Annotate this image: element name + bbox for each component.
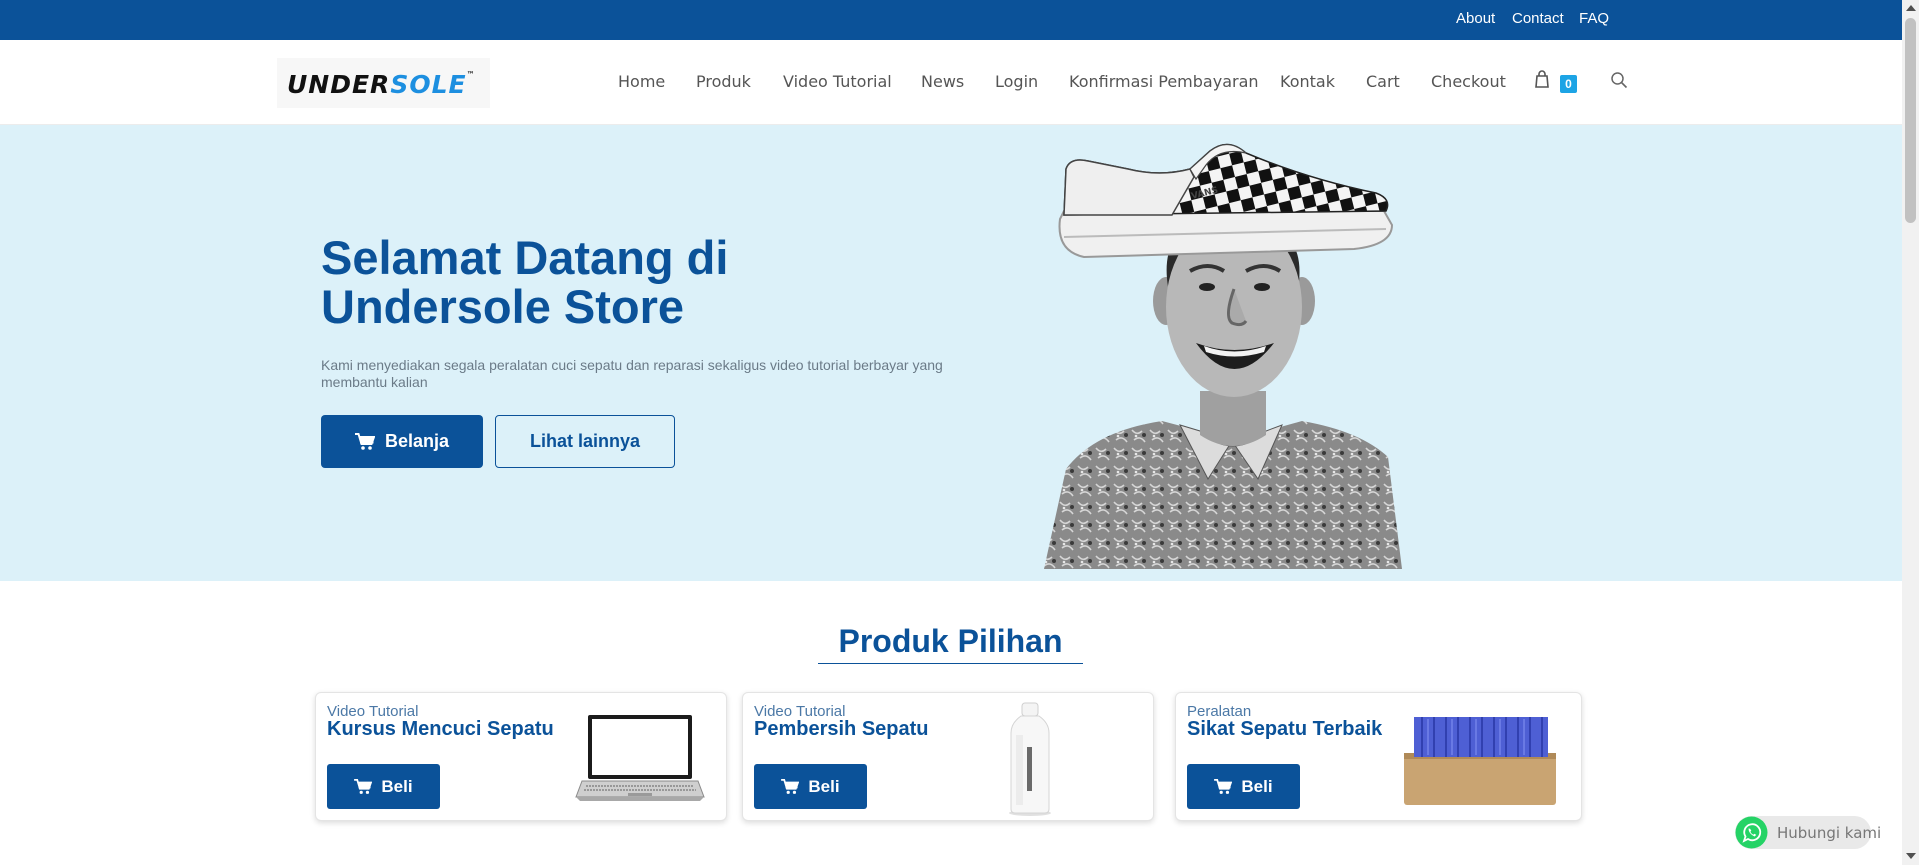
nav-cart[interactable]: Cart (1366, 72, 1400, 91)
nav-konfirmasi-pembayaran[interactable]: Konfirmasi Pembayaran (1069, 72, 1259, 91)
shop-button[interactable]: Belanja (321, 415, 483, 468)
shop-button-label: Belanja (384, 431, 450, 451)
product-name[interactable]: Pembersih Sepatu (754, 718, 929, 741)
search-icon[interactable] (1610, 71, 1628, 89)
hero-title: Selamat Datang di Undersole Store (321, 231, 729, 333)
buy-button[interactable]: Beli (754, 764, 867, 809)
shoe-brush-image (1404, 717, 1556, 805)
main-header: UNDERSOLE™ Home Produk Video Tutorial Ne… (0, 40, 1902, 125)
topbar-link-contact[interactable]: Contact (1512, 10, 1564, 27)
nav-news[interactable]: News (921, 72, 964, 91)
featured-title-underline (818, 663, 1083, 664)
nav-home[interactable]: Home (618, 72, 665, 91)
nav-video-tutorial[interactable]: Video Tutorial (783, 72, 892, 91)
buy-button[interactable]: Beli (1187, 764, 1300, 809)
buy-button-label: Beli (381, 776, 413, 796)
logo-part-sole: SOLE (390, 70, 467, 99)
see-more-button-label: Lihat lainnya (529, 431, 641, 451)
whatsapp-chat-button[interactable]: Hubungi kami (1735, 816, 1881, 849)
buy-button-label: Beli (808, 776, 840, 796)
buy-button-label: Beli (1241, 776, 1273, 796)
scroll-down-arrow-icon[interactable] (1906, 853, 1916, 859)
topbar-link-faq[interactable]: FAQ (1579, 10, 1609, 27)
logo-part-under: UNDER (287, 70, 391, 99)
nav-checkout[interactable]: Checkout (1431, 72, 1506, 91)
cart-icon (1214, 778, 1233, 794)
cleaner-bottle-image (1009, 702, 1051, 816)
cart-icon (781, 778, 800, 794)
featured-title: Produk Pilihan (838, 623, 1063, 659)
see-more-button[interactable]: Lihat lainnya (495, 415, 675, 468)
top-bar: About Contact FAQ (0, 0, 1902, 40)
site-logo[interactable]: UNDERSOLE™ (277, 58, 490, 108)
nav-kontak[interactable]: Kontak (1280, 72, 1335, 91)
product-card[interactable]: Video Tutorial Pembersih Sepatu Beli (742, 692, 1154, 821)
product-name[interactable]: Kursus Mencuci Sepatu (327, 718, 554, 741)
logo-wordmark: UNDERSOLE™ (287, 70, 476, 99)
product-card[interactable]: Peralatan Sikat Sepatu Terbaik Beli (1175, 692, 1582, 821)
hero-image: VANS (1044, 143, 1402, 569)
product-name[interactable]: Sikat Sepatu Terbaik (1187, 718, 1382, 741)
whatsapp-icon (1735, 816, 1768, 849)
shopping-bag-icon[interactable] (1534, 70, 1550, 88)
scroll-thumb[interactable] (1905, 18, 1916, 223)
hero-subtitle: Kami menyediakan segala peralatan cuci s… (321, 357, 943, 390)
cart-count-badge[interactable]: 0 (1560, 75, 1577, 93)
topbar-link-about[interactable]: About (1456, 10, 1495, 27)
page-scrollbar[interactable] (1902, 0, 1919, 865)
logo-trademark: ™ (466, 70, 476, 79)
laptop-image (575, 715, 705, 801)
cart-icon (354, 778, 373, 794)
nav-login[interactable]: Login (995, 72, 1038, 91)
buy-button[interactable]: Beli (327, 764, 440, 809)
product-card[interactable]: Video Tutorial Kursus Mencuci Sepatu Bel… (315, 692, 727, 821)
cart-icon (354, 432, 375, 450)
scroll-up-arrow-icon[interactable] (1906, 5, 1916, 11)
nav-produk[interactable]: Produk (696, 72, 751, 91)
whatsapp-label: Hubungi kami (1777, 824, 1882, 842)
hero-section: Selamat Datang di Undersole Store Kami m… (0, 125, 1902, 581)
